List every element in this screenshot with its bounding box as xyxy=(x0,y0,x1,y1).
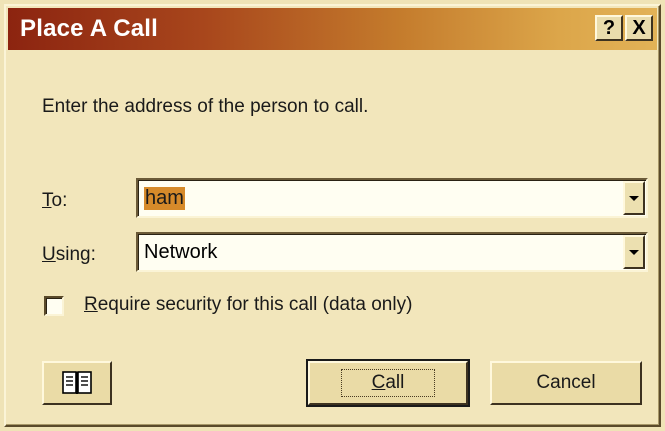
to-label-mnemonic: T xyxy=(42,190,52,211)
call-button-label: Call xyxy=(340,369,436,397)
security-checkbox-label[interactable]: Require security for this call (data onl… xyxy=(84,294,412,316)
using-label-mnemonic: U xyxy=(42,244,56,265)
to-dropdown-button[interactable] xyxy=(623,181,645,215)
to-label-rest: o: xyxy=(51,190,68,211)
help-button[interactable]: ? xyxy=(595,15,623,41)
title-bar[interactable]: Place A Call ? X xyxy=(8,8,657,50)
security-label-mnemonic: R xyxy=(84,294,98,315)
chevron-down-icon xyxy=(629,195,639,201)
call-button[interactable]: Call xyxy=(306,359,470,407)
call-rest: all xyxy=(385,372,405,393)
instruction-text: Enter the address of the person to call. xyxy=(42,96,369,117)
security-checkbox[interactable] xyxy=(44,296,64,316)
call-mnemonic: C xyxy=(371,372,386,393)
close-button[interactable]: X xyxy=(625,15,653,41)
cancel-button[interactable]: Cancel xyxy=(490,361,642,405)
using-label-rest: sing: xyxy=(55,244,96,265)
address-book-button[interactable] xyxy=(42,361,112,405)
using-dropdown-button[interactable] xyxy=(623,235,645,269)
security-label-rest: equire security for this call (data only… xyxy=(97,294,413,315)
to-input-value[interactable]: ham xyxy=(144,187,185,210)
using-combobox[interactable]: Network xyxy=(136,232,648,272)
chevron-down-icon xyxy=(629,249,639,255)
to-combobox[interactable]: ham xyxy=(136,178,648,218)
place-a-call-dialog: Place A Call ? X Enter the address of th… xyxy=(4,4,661,427)
using-select-value[interactable]: Network xyxy=(144,241,217,264)
to-label: To: xyxy=(42,190,67,212)
dialog-title: Place A Call xyxy=(20,15,159,42)
address-book-icon xyxy=(62,371,92,394)
using-label: Using: xyxy=(42,244,96,266)
